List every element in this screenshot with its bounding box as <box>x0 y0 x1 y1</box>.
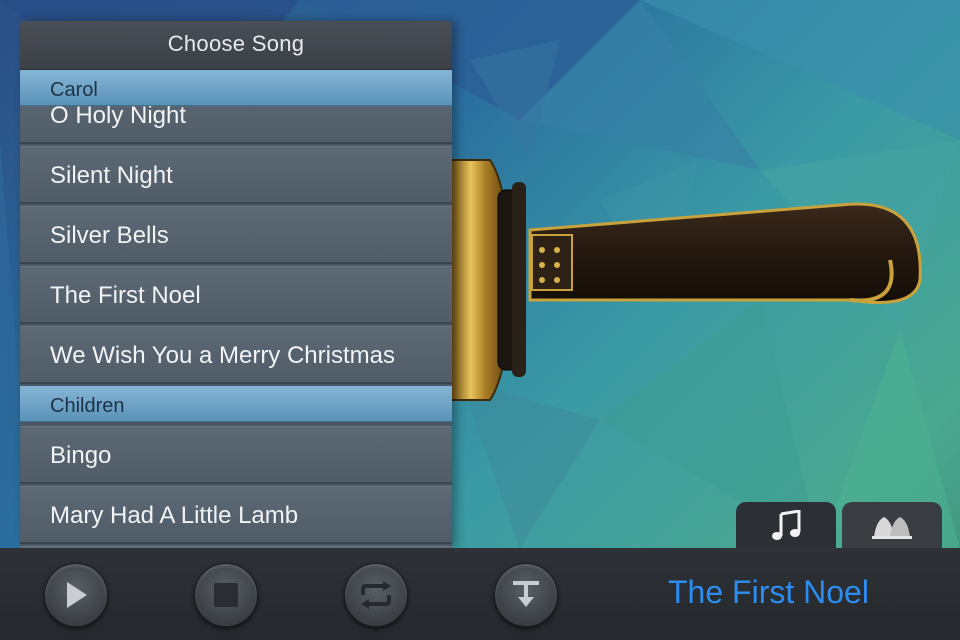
tab-bells[interactable] <box>842 502 942 550</box>
song-item-mary-had-a-little-lamb[interactable]: Mary Had A Little Lamb <box>20 486 452 544</box>
song-item-bingo[interactable]: Bingo <box>20 426 452 484</box>
repeat-icon <box>361 581 391 609</box>
section-header-carol: Carol <box>20 70 452 106</box>
handbell-image[interactable] <box>420 150 940 410</box>
stop-icon <box>214 583 238 607</box>
play-icon <box>67 582 87 608</box>
song-item-the-first-noel[interactable]: The First Noel <box>20 266 452 324</box>
song-list[interactable]: O Holy Night Carol Silent Night Silver B… <box>20 70 452 548</box>
stop-button[interactable] <box>194 563 258 627</box>
choose-song-panel: Choose Song O Holy Night Carol Silent Ni… <box>20 21 452 548</box>
tempo-button[interactable] <box>494 563 558 627</box>
bells-icon <box>872 517 912 539</box>
play-button[interactable] <box>44 563 108 627</box>
bottom-toolbar: The First Noel <box>0 548 960 640</box>
panel-title: Choose Song <box>20 21 452 70</box>
song-item-silent-night[interactable]: Silent Night <box>20 146 452 204</box>
now-playing-title: The First Noel <box>668 574 869 610</box>
section-header-children: Children <box>20 386 452 422</box>
song-item-we-wish-you[interactable]: We Wish You a Merry Christmas <box>20 326 452 384</box>
repeat-button[interactable] <box>344 563 408 627</box>
song-item-silver-bells[interactable]: Silver Bells <box>20 206 452 264</box>
tempo-icon <box>513 581 539 607</box>
music-note-icon <box>772 510 801 540</box>
tab-songs[interactable] <box>736 502 836 550</box>
